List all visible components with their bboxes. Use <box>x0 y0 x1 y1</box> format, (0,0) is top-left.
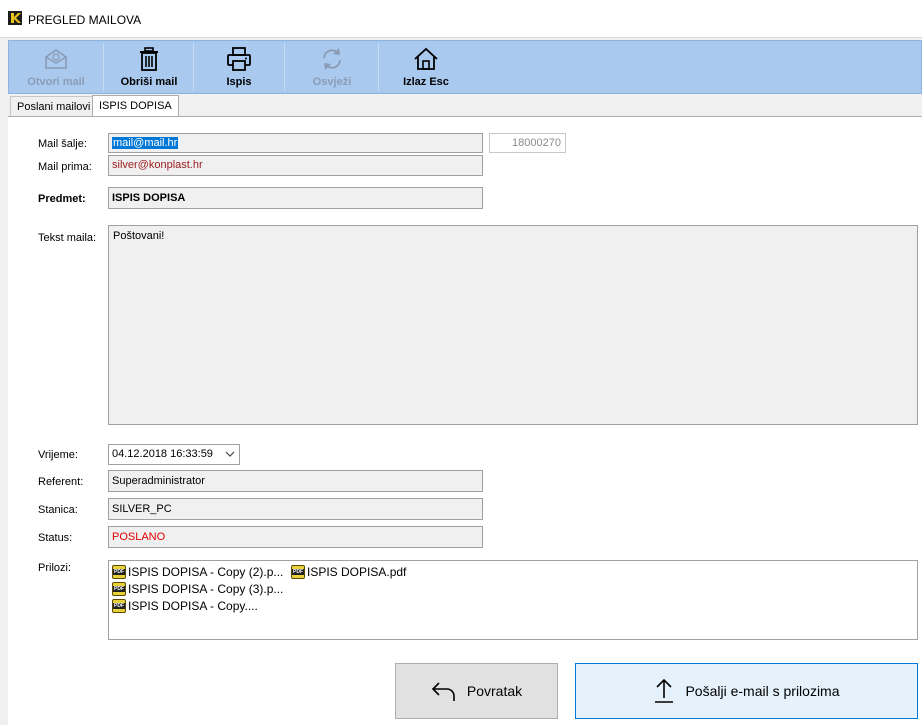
delete-mail-button[interactable]: Obriši mail <box>105 41 193 93</box>
time-label: Vrijeme: <box>38 449 78 461</box>
sender-value: mail@mail.hr <box>112 137 179 149</box>
station-field[interactable]: SILVER_PC <box>108 498 483 520</box>
attachment-item[interactable]: PDF ISPIS DOPISA - Copy.... <box>112 599 258 613</box>
referent-label: Referent: <box>38 476 84 488</box>
app-logo-icon <box>8 11 22 25</box>
attachments-list[interactable]: PDF ISPIS DOPISA - Copy (2).p... PDF ISP… <box>108 560 918 640</box>
back-button[interactable]: Povratak <box>395 663 558 719</box>
exit-button[interactable]: Izlaz Esc <box>380 41 472 93</box>
attachment-name: ISPIS DOPISA.pdf <box>307 565 407 579</box>
toolbar-separator <box>103 43 104 91</box>
print-label: Ispis <box>226 76 252 88</box>
station-label: Stanica: <box>38 504 78 516</box>
toolbar-separator <box>284 43 285 91</box>
open-mail-label: Otvori mail <box>27 76 85 88</box>
pdf-icon: PDF <box>291 565 305 579</box>
attachments-label: Prilozi: <box>38 562 72 574</box>
recipient-label: Mail prima: <box>38 161 92 173</box>
attachment-name: ISPIS DOPISA - Copy.... <box>128 599 258 613</box>
pdf-icon: PDF <box>112 599 126 613</box>
back-label: Povratak <box>466 683 523 699</box>
attachment-item[interactable]: PDF ISPIS DOPISA.pdf <box>291 565 406 579</box>
return-arrow-icon <box>431 682 455 701</box>
print-button[interactable]: Ispis <box>195 41 283 93</box>
pdf-icon: PDF <box>112 565 126 579</box>
time-value: 04.12.2018 16:33:59 <box>112 448 213 460</box>
attachment-name: ISPIS DOPISA - Copy (2).p... <box>128 565 284 579</box>
title-bar: PREGLED MAILOVA <box>0 0 922 38</box>
send-email-button[interactable]: Pošalji e-mail s prilozima <box>575 663 918 719</box>
printer-icon <box>227 47 251 71</box>
sender-label: Mail šalje: <box>38 138 87 150</box>
subject-field[interactable]: ISPIS DOPISA <box>108 187 483 209</box>
home-icon <box>414 47 438 70</box>
open-mail-button[interactable]: Otvori mail <box>13 41 99 93</box>
mail-body-textarea[interactable]: Poštovani! <box>108 225 918 425</box>
mail-detail-panel: Mail šalje: mail@mail.hr 18000270 Mail p… <box>8 116 922 725</box>
body-label: Tekst maila: <box>38 232 97 244</box>
subject-label: Predmet: <box>38 193 86 205</box>
time-datepicker[interactable]: 04.12.2018 16:33:59 <box>108 444 240 465</box>
window-title: PREGLED MAILOVA <box>28 13 142 27</box>
toolbar: Otvori mail Obriši mail Ispis Osvježi Iz… <box>8 40 922 94</box>
status-label: Status: <box>38 532 73 544</box>
open-envelope-icon <box>45 49 67 69</box>
chevron-down-icon[interactable] <box>225 449 235 459</box>
status-field[interactable]: POSLANO <box>108 526 483 548</box>
tab-sent-mails[interactable]: Poslani mailovi <box>10 96 98 116</box>
exit-label: Izlaz Esc <box>403 76 449 88</box>
delete-mail-label: Obriši mail <box>120 76 178 88</box>
attachment-item[interactable]: PDF ISPIS DOPISA - Copy (3).p... <box>112 582 283 596</box>
recipient-field[interactable]: silver@konplast.hr <box>108 155 483 176</box>
toolbar-separator <box>378 43 379 91</box>
toolbar-separator <box>193 43 194 91</box>
upload-arrow-icon <box>655 679 674 703</box>
attachment-item[interactable]: PDF ISPIS DOPISA - Copy (2).p... <box>112 565 283 579</box>
send-email-label: Pošalji e-mail s prilozima <box>685 683 840 699</box>
referent-field[interactable]: Superadministrator <box>108 470 483 492</box>
tab-ispis-dopisa[interactable]: ISPIS DOPISA <box>92 95 179 116</box>
attachment-name: ISPIS DOPISA - Copy (3).p... <box>128 582 284 596</box>
refresh-label: Osvježi <box>312 76 352 88</box>
trash-icon <box>140 47 158 71</box>
refresh-icon <box>323 48 341 70</box>
mail-id-field: 18000270 <box>489 133 566 153</box>
sender-field[interactable]: mail@mail.hr <box>108 133 483 153</box>
pdf-icon: PDF <box>112 582 126 596</box>
refresh-button[interactable]: Osvježi <box>286 41 378 93</box>
